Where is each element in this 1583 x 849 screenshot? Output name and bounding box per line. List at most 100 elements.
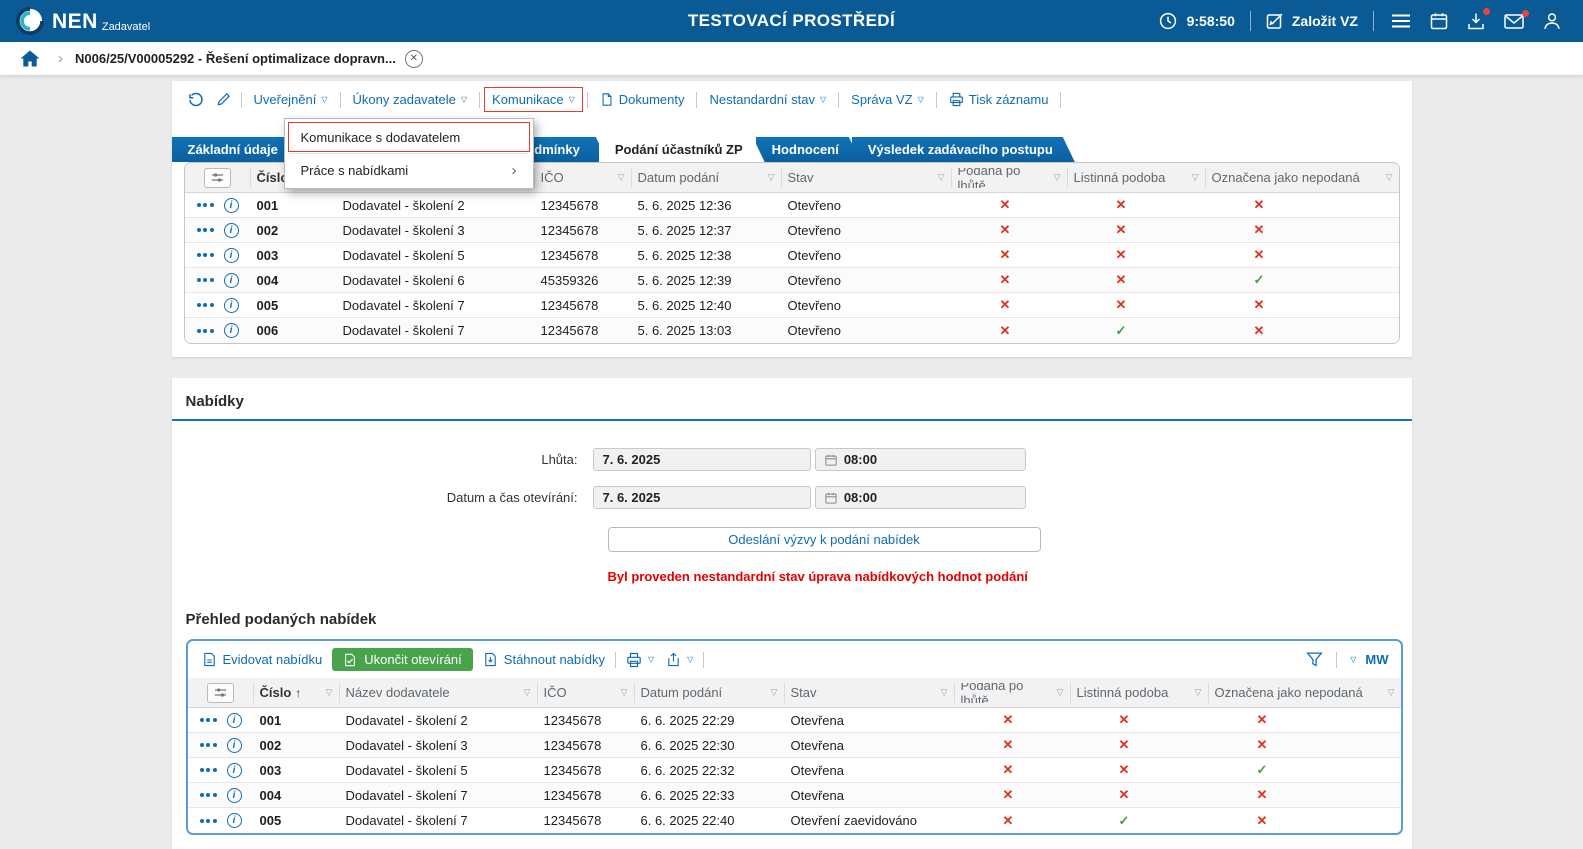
tab-zakladni-udaje[interactable]: Základní údaje [172, 137, 300, 162]
column-settings-icon[interactable] [204, 168, 231, 188]
col-header-cislo[interactable]: Číslo↑▽ [254, 683, 340, 703]
row-info-icon[interactable]: i [224, 298, 239, 313]
menu-item-prace-s-nabidkami[interactable]: Práce s nabídkami › [288, 155, 530, 185]
col-header-ico[interactable]: IČO▽ [538, 683, 635, 703]
filter-icon[interactable]: ▽ [934, 172, 945, 183]
filter-funnel-icon[interactable] [1306, 651, 1323, 668]
filter-icon[interactable]: ▽ [767, 687, 778, 698]
menu-uverejneni[interactable]: Uveřejnění ▽ [246, 87, 336, 112]
col-header-datum[interactable]: Datum podání▽ [635, 683, 785, 703]
row-menu-icon[interactable] [200, 740, 217, 750]
evidovat-nabidku-button[interactable]: Evidovat nabídku [196, 649, 329, 670]
filter-icon[interactable]: ▽ [937, 687, 948, 698]
stahnout-nabidky-button[interactable]: Stáhnout nabídky [477, 649, 611, 670]
ukoncit-otevirani-button[interactable]: Ukončit otevírání [332, 648, 473, 671]
row-menu-icon[interactable] [200, 790, 217, 800]
row-menu-icon[interactable] [200, 765, 217, 775]
row-info-icon[interactable]: i [224, 323, 239, 338]
edit-pencil-icon[interactable] [210, 89, 237, 110]
filter-icon[interactable]: ▽ [614, 172, 625, 183]
col-header-nepodana[interactable]: Označena jako nepodaná▽ [1209, 683, 1401, 703]
col-header-listinna[interactable]: Listinná podoba▽ [1068, 168, 1206, 188]
create-vz-button[interactable]: Založit VZ [1266, 12, 1358, 30]
row-menu-icon[interactable] [197, 300, 214, 310]
nen-logo[interactable]: NEN Zadavatel [16, 7, 150, 35]
row-info-icon[interactable]: i [224, 198, 239, 213]
row-menu-icon[interactable] [197, 225, 214, 235]
calendar-icon[interactable] [1428, 10, 1450, 32]
tab-hodnoceni[interactable]: Hodnocení [756, 137, 861, 162]
menu-dokumenty[interactable]: Dokumenty [592, 87, 693, 112]
menu-ukony-zadavatele[interactable]: Úkony zadavatele ▽ [345, 87, 476, 112]
export-button[interactable]: ▽ [660, 649, 699, 670]
filter-icon[interactable]: ▽ [1050, 172, 1061, 183]
lhuta-date-field[interactable]: 7. 6. 2025 [593, 448, 811, 471]
col-header-ico[interactable]: IČO▽ [535, 168, 632, 188]
filter-icon[interactable]: ▽ [322, 687, 333, 698]
home-icon[interactable] [16, 48, 44, 69]
otevirani-time-field[interactable]: 08:00 [815, 486, 1026, 509]
filter-icon[interactable]: ▽ [1053, 687, 1064, 698]
table-row[interactable]: i 006 Dodavatel - školení 7 12345678 5. … [185, 318, 1399, 343]
filter-icon[interactable]: ▽ [1191, 687, 1202, 698]
col-header-listinna[interactable]: Listinná podoba▽ [1071, 683, 1209, 703]
row-info-icon[interactable]: i [224, 248, 239, 263]
table-row[interactable]: i 004 Dodavatel - školení 6 45359326 5. … [185, 268, 1399, 293]
table-row[interactable]: i 005 Dodavatel - školení 7 12345678 5. … [185, 293, 1399, 318]
row-info-icon[interactable]: i [227, 788, 242, 803]
col-header-datum[interactable]: Datum podání▽ [632, 168, 782, 188]
print-button[interactable]: ▽ [620, 649, 660, 671]
menu-item-komunikace-s-dodavatelem[interactable]: Komunikace s dodavatelem [288, 122, 530, 152]
menu-hamburger-icon[interactable] [1389, 11, 1413, 31]
tab-podani-ucastniku-zp[interactable]: Podání účastníků ZP [599, 137, 765, 162]
row-menu-icon[interactable] [197, 200, 214, 210]
col-header-po-lhute[interactable]: Podaná po lhůtě▽ [952, 168, 1068, 188]
history-icon[interactable] [182, 89, 210, 111]
otevirani-date-field[interactable]: 7. 6. 2025 [593, 486, 811, 509]
filter-icon[interactable]: ▽ [617, 687, 628, 698]
lhuta-time-field[interactable]: 08:00 [815, 448, 1026, 471]
menu-tisk-zaznamu[interactable]: Tisk záznamu [941, 87, 1057, 112]
col-header-po-lhute[interactable]: Podaná po lhůtě▽ [955, 683, 1071, 703]
close-record-icon[interactable]: ✕ [405, 50, 423, 68]
filter-icon[interactable]: ▽ [1384, 687, 1395, 698]
filter-icon[interactable]: ▽ [520, 687, 531, 698]
table-row[interactable]: i 003 Dodavatel - školení 5 12345678 6. … [188, 758, 1401, 783]
col-header-nazev[interactable]: Název dodavatele▽ [340, 683, 538, 703]
menu-sprava-vz[interactable]: Správa VZ ▽ [843, 87, 932, 112]
row-menu-icon[interactable] [200, 816, 217, 826]
row-info-icon[interactable]: i [227, 813, 242, 828]
row-info-icon[interactable]: i [224, 223, 239, 238]
downloads-icon[interactable] [1465, 10, 1487, 32]
table-row[interactable]: i 002 Dodavatel - školení 3 12345678 5. … [185, 218, 1399, 243]
table-row[interactable]: i 003 Dodavatel - školení 5 12345678 5. … [185, 243, 1399, 268]
col-header-stav[interactable]: Stav▽ [785, 683, 955, 703]
filter-icon[interactable]: ▽ [764, 172, 775, 183]
table-row[interactable]: i 001 Dodavatel - školení 2 12345678 5. … [185, 193, 1399, 218]
table-row[interactable]: i 002 Dodavatel - školení 3 12345678 6. … [188, 733, 1401, 758]
filter-icon[interactable]: ▽ [1188, 172, 1199, 183]
menu-nestandardni-stav[interactable]: Nestandardní stav ▽ [701, 87, 834, 112]
row-menu-icon[interactable] [200, 715, 217, 725]
messages-icon[interactable] [1502, 12, 1526, 31]
row-info-icon[interactable]: i [227, 763, 242, 778]
table-row[interactable]: i 001 Dodavatel - školení 2 12345678 6. … [188, 708, 1401, 733]
row-menu-icon[interactable] [197, 326, 214, 336]
row-menu-icon[interactable] [197, 250, 214, 260]
table-row[interactable]: i 005 Dodavatel - školení 7 12345678 6. … [188, 808, 1401, 833]
view-selector-mw[interactable]: MW [1365, 652, 1388, 667]
user-profile-icon[interactable] [1541, 10, 1563, 32]
filter-icon[interactable]: ▽ [1382, 172, 1393, 183]
table-row[interactable]: i 004 Dodavatel - školení 7 12345678 6. … [188, 783, 1401, 808]
cell-ico: 12345678 [538, 713, 635, 728]
menu-komunikace[interactable]: Komunikace ▽ [484, 87, 583, 112]
send-invitation-button[interactable]: Odeslání výzvy k podání nabídek [608, 527, 1041, 552]
row-info-icon[interactable]: i [224, 273, 239, 288]
col-header-stav[interactable]: Stav▽ [782, 168, 952, 188]
row-menu-icon[interactable] [197, 275, 214, 285]
column-settings-icon[interactable] [207, 683, 234, 703]
col-header-nepodana[interactable]: Označena jako nepodaná▽ [1206, 168, 1399, 188]
row-info-icon[interactable]: i [227, 738, 242, 753]
row-info-icon[interactable]: i [227, 713, 242, 728]
tab-vysledek-zadavaciho-postupu[interactable]: Výsledek zadávacího postupu [852, 137, 1075, 162]
